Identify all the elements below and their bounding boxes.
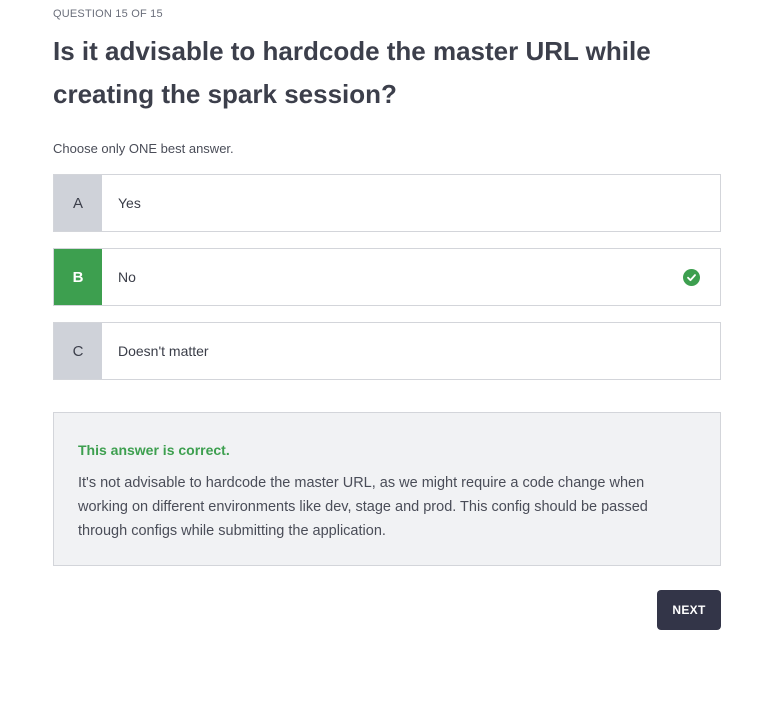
option-a[interactable]: A Yes bbox=[53, 174, 721, 232]
option-b[interactable]: B No bbox=[53, 248, 721, 306]
option-text: Yes bbox=[118, 195, 141, 211]
feedback-explanation: It's not advisable to hardcode the maste… bbox=[78, 475, 648, 539]
answer-instruction: Choose only ONE best answer. bbox=[53, 141, 234, 156]
question-title: Is it advisable to hardcode the master U… bbox=[53, 36, 651, 109]
option-letter: B bbox=[54, 249, 102, 305]
option-text: No bbox=[118, 269, 136, 285]
question-counter: QUESTION 15 OF 15 bbox=[53, 8, 163, 20]
quiz-page: QUESTION 15 OF 15 Is it advisable to har… bbox=[0, 0, 778, 703]
next-button[interactable]: NEXT bbox=[657, 590, 721, 630]
option-text: Doesn't matter bbox=[118, 343, 209, 359]
feedback-status: This answer is correct. bbox=[78, 442, 230, 458]
check-circle-icon bbox=[683, 268, 700, 286]
answer-feedback-panel: This answer is correct. It's not advisab… bbox=[53, 412, 721, 566]
option-letter: A bbox=[54, 175, 102, 231]
option-c[interactable]: C Doesn't matter bbox=[53, 322, 721, 380]
option-letter: C bbox=[54, 323, 102, 379]
